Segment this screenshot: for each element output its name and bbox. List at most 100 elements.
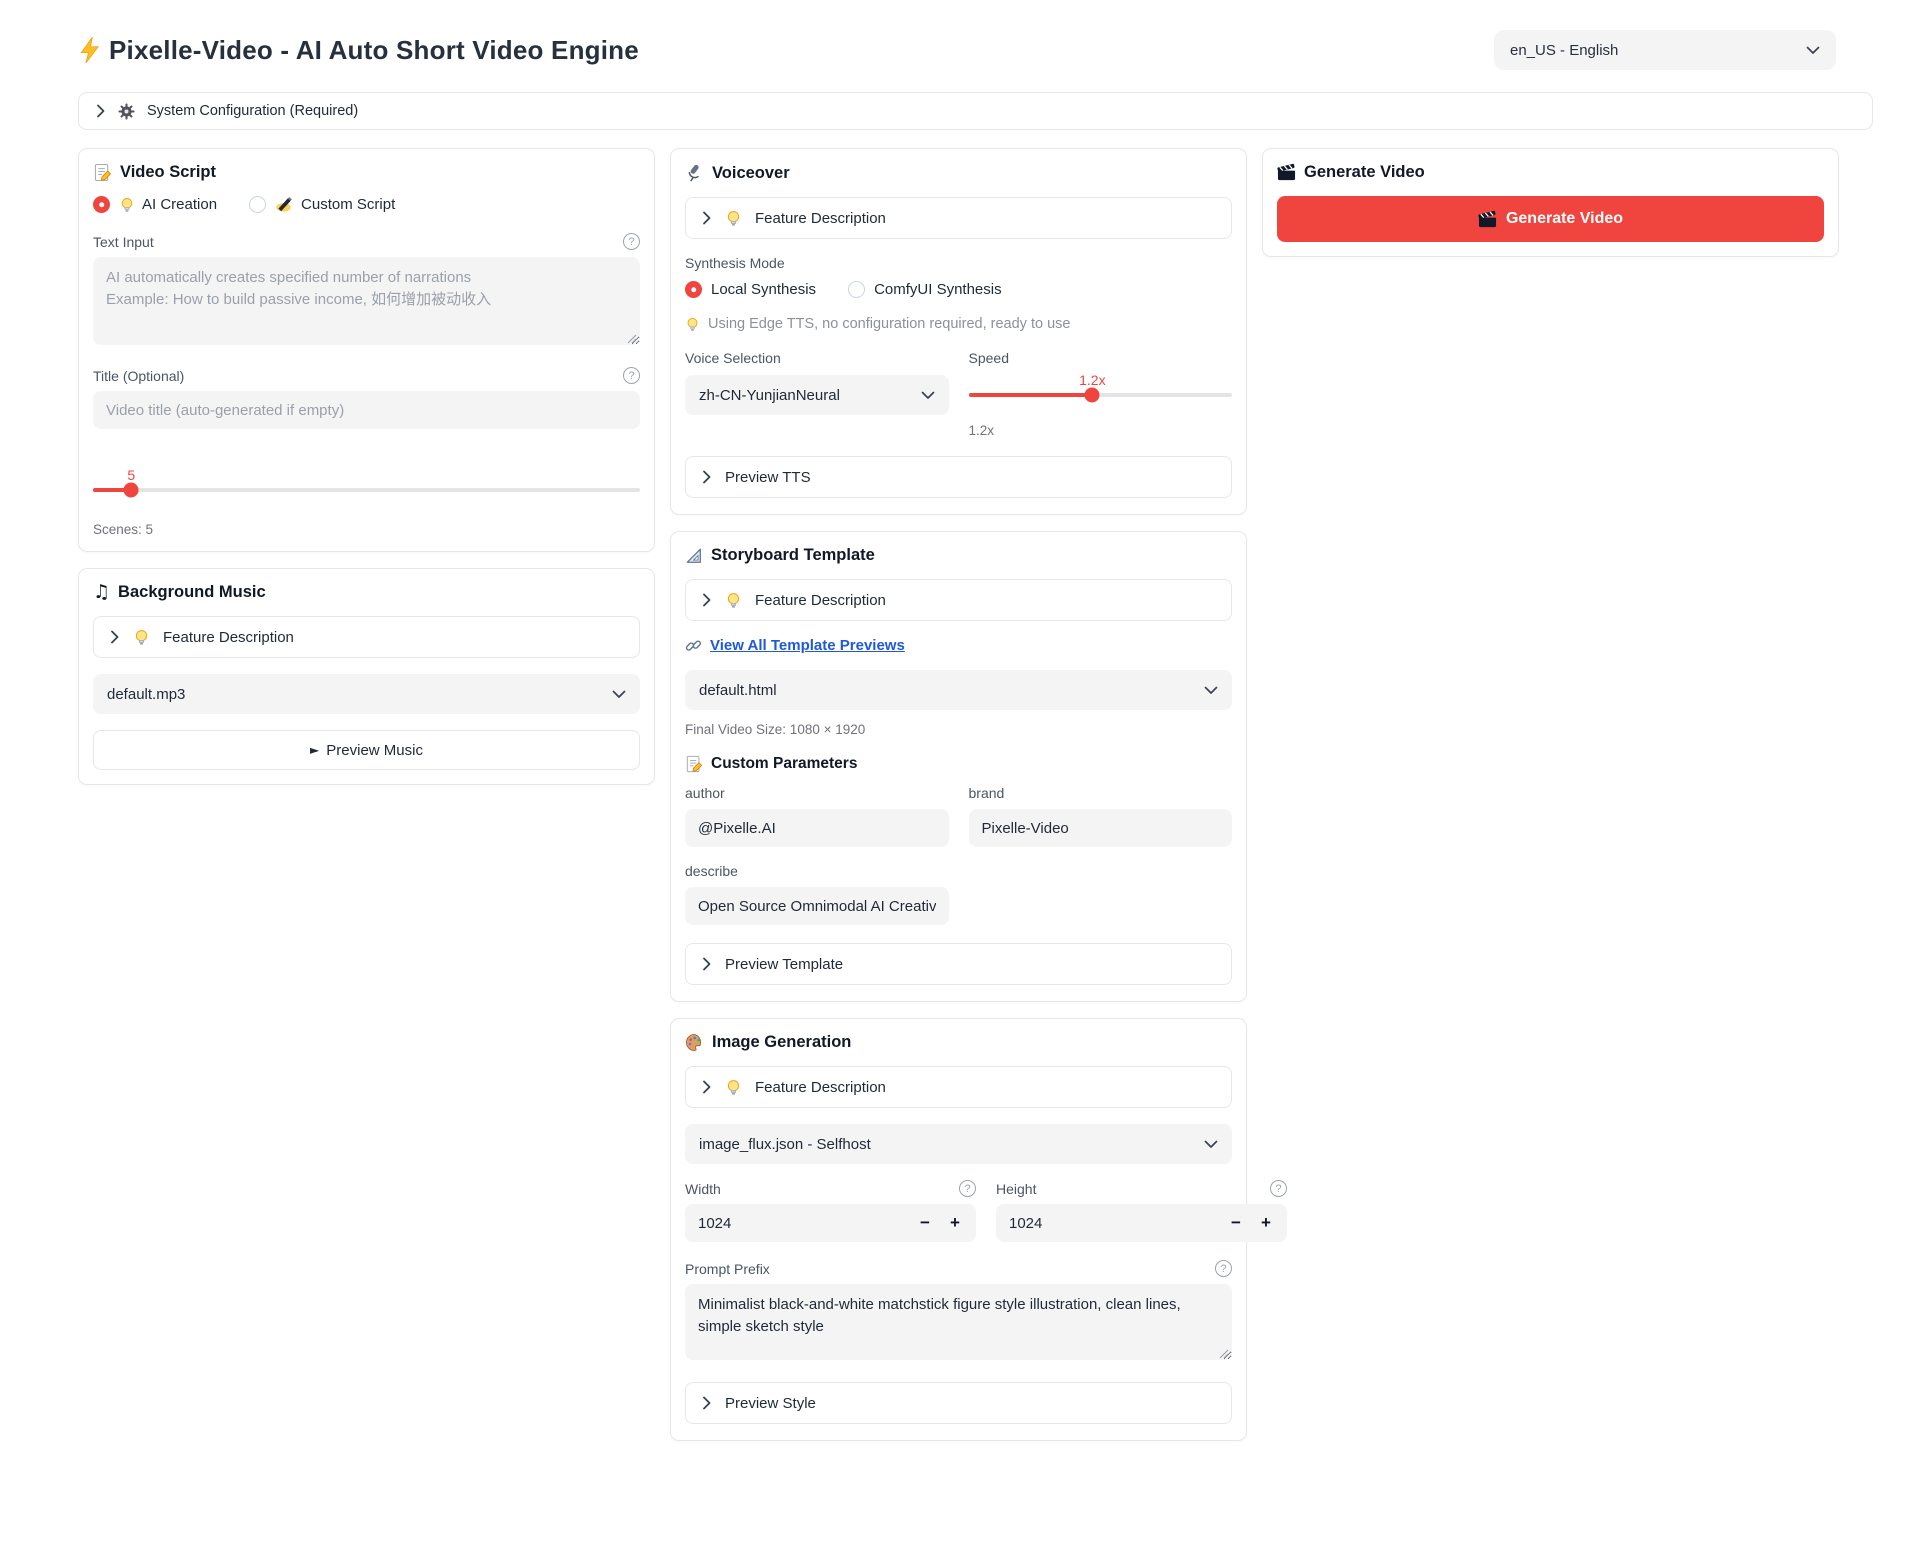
chevron-right-icon xyxy=(701,469,712,485)
voiceover-title-text: Voiceover xyxy=(712,164,790,183)
preview-style-accordion[interactable]: Preview Style xyxy=(685,1382,1232,1424)
scenes-slider-value: 5 xyxy=(127,467,135,483)
template-select-value: default.html xyxy=(699,682,777,699)
music-note-icon: ♫ xyxy=(93,583,110,602)
image-generation-title: Image Generation xyxy=(685,1033,1232,1052)
radio-ai-creation[interactable]: AI Creation xyxy=(93,196,217,213)
voiceover-feature-description-accordion[interactable]: Feature Description xyxy=(685,197,1232,239)
voice-selection-label: Voice Selection xyxy=(685,350,949,366)
lightbulb-icon xyxy=(685,317,700,332)
height-stepper[interactable]: − + xyxy=(996,1204,1287,1242)
voice-select[interactable]: zh-CN-YunjianNeural xyxy=(685,375,949,415)
generate-video-button[interactable]: Generate Video xyxy=(1277,196,1824,242)
prompt-prefix-label: Prompt Prefix xyxy=(685,1261,770,1277)
link-icon xyxy=(685,637,702,654)
synthesis-mode-radio-group: Local Synthesis ComfyUI Synthesis xyxy=(685,281,1232,298)
prompt-prefix-textarea[interactable]: Minimalist black-and-white matchstick fi… xyxy=(685,1284,1232,1360)
help-icon[interactable]: ? xyxy=(959,1180,976,1197)
storyboard-title: Storyboard Template xyxy=(685,546,1232,565)
voiceover-feature-description-label: Feature Description xyxy=(755,210,886,227)
voiceover-title: Voiceover xyxy=(685,163,1232,183)
video-script-title: Video Script xyxy=(93,163,640,182)
template-select[interactable]: default.html xyxy=(685,670,1232,710)
view-all-template-previews-link[interactable]: View All Template Previews xyxy=(710,637,905,654)
chevron-down-icon xyxy=(1806,46,1820,55)
chevron-right-icon xyxy=(701,210,712,226)
system-config-accordion[interactable]: System Configuration (Required) xyxy=(78,92,1873,130)
help-icon[interactable]: ? xyxy=(623,233,640,250)
writing-hand-icon xyxy=(275,196,294,213)
title-optional-label: Title (Optional) xyxy=(93,368,184,384)
preview-tts-accordion[interactable]: Preview TTS xyxy=(685,456,1232,498)
script-mode-radio-group: AI Creation Custom Script xyxy=(93,196,640,213)
custom-parameters-title-text: Custom Parameters xyxy=(711,755,857,773)
preview-template-accordion[interactable]: Preview Template xyxy=(685,943,1232,985)
chevron-right-icon xyxy=(701,956,712,972)
height-decrement-button[interactable]: − xyxy=(1221,1204,1251,1242)
describe-input[interactable] xyxy=(685,887,949,925)
preview-template-label: Preview Template xyxy=(725,956,843,973)
width-increment-button[interactable]: + xyxy=(940,1204,970,1242)
imagegen-feature-description-accordion[interactable]: Feature Description xyxy=(685,1066,1232,1108)
width-stepper[interactable]: − + xyxy=(685,1204,976,1242)
radio-ai-creation-label: AI Creation xyxy=(142,196,217,213)
chevron-down-icon xyxy=(921,391,935,400)
radio-comfyui-synthesis[interactable]: ComfyUI Synthesis xyxy=(848,281,1002,298)
final-video-size: Final Video Size: 1080 × 1920 xyxy=(685,722,1232,737)
voice-select-value: zh-CN-YunjianNeural xyxy=(699,387,840,404)
speed-slider-value: 1.2x xyxy=(1079,372,1105,388)
author-label: author xyxy=(685,785,949,801)
lightbulb-icon xyxy=(725,592,742,609)
image-generation-panel: Image Generation Feature Description ima… xyxy=(670,1018,1247,1441)
radio-selected-dot xyxy=(685,281,702,298)
chevron-down-icon xyxy=(1204,686,1218,695)
height-label: Height xyxy=(996,1181,1036,1197)
language-select[interactable]: en_US - English xyxy=(1494,30,1836,70)
bgm-feature-description-accordion[interactable]: Feature Description xyxy=(93,616,640,658)
lightbulb-icon xyxy=(119,197,135,213)
chevron-right-icon xyxy=(95,103,106,119)
synthesis-mode-label: Synthesis Mode xyxy=(685,255,1232,271)
storyboard-title-text: Storyboard Template xyxy=(711,546,875,565)
help-icon[interactable]: ? xyxy=(1215,1260,1232,1277)
bgm-select[interactable]: default.mp3 xyxy=(93,674,640,714)
video-script-title-text: Video Script xyxy=(120,163,216,182)
preview-tts-label: Preview TTS xyxy=(725,469,811,486)
page-title: Pixelle-Video - AI Auto Short Video Engi… xyxy=(78,35,639,66)
scenes-caption: Scenes: 5 xyxy=(93,522,640,537)
app-root: Pixelle-Video - AI Auto Short Video Engi… xyxy=(0,0,1916,1567)
help-icon[interactable]: ? xyxy=(623,367,640,384)
chevron-down-icon xyxy=(612,690,626,699)
radio-custom-script[interactable]: Custom Script xyxy=(249,196,395,213)
radio-local-synthesis[interactable]: Local Synthesis xyxy=(685,281,816,298)
custom-parameters-title: Custom Parameters xyxy=(685,755,1232,773)
image-generation-title-text: Image Generation xyxy=(712,1033,851,1052)
page-title-text: Pixelle-Video - AI Auto Short Video Engi… xyxy=(109,35,639,66)
radio-unselected-dot xyxy=(249,196,266,213)
background-music-title: ♫ Background Music xyxy=(93,583,640,602)
width-input[interactable] xyxy=(685,1215,910,1232)
chevron-right-icon xyxy=(701,592,712,608)
scenes-slider-handle[interactable] xyxy=(124,483,139,498)
clapperboard-icon xyxy=(1277,163,1296,182)
height-input[interactable] xyxy=(996,1215,1221,1232)
storyboard-feature-description-accordion[interactable]: Feature Description xyxy=(685,579,1232,621)
tts-info: Using Edge TTS, no configuration require… xyxy=(685,316,1232,332)
scenes-slider[interactable]: 5 xyxy=(93,467,640,492)
topbar: Pixelle-Video - AI Auto Short Video Engi… xyxy=(78,30,1873,70)
author-input[interactable] xyxy=(685,809,949,847)
title-input[interactable] xyxy=(93,391,640,429)
speed-slider[interactable]: 1.2x xyxy=(969,372,1233,397)
tts-info-text: Using Edge TTS, no configuration require… xyxy=(708,316,1070,332)
speed-slider-handle[interactable] xyxy=(1085,388,1100,403)
text-input-textarea[interactable] xyxy=(93,257,640,345)
brand-label: brand xyxy=(969,785,1233,801)
radio-comfyui-synthesis-label: ComfyUI Synthesis xyxy=(874,281,1002,298)
clapperboard-icon xyxy=(1478,210,1497,229)
lightbulb-icon xyxy=(133,629,150,646)
workflow-select[interactable]: image_flux.json - Selfhost xyxy=(685,1124,1232,1164)
storyboard-feature-description-label: Feature Description xyxy=(755,592,886,609)
width-decrement-button[interactable]: − xyxy=(910,1204,940,1242)
brand-input[interactable] xyxy=(969,809,1233,847)
preview-music-button[interactable]: ► Preview Music xyxy=(93,730,640,770)
